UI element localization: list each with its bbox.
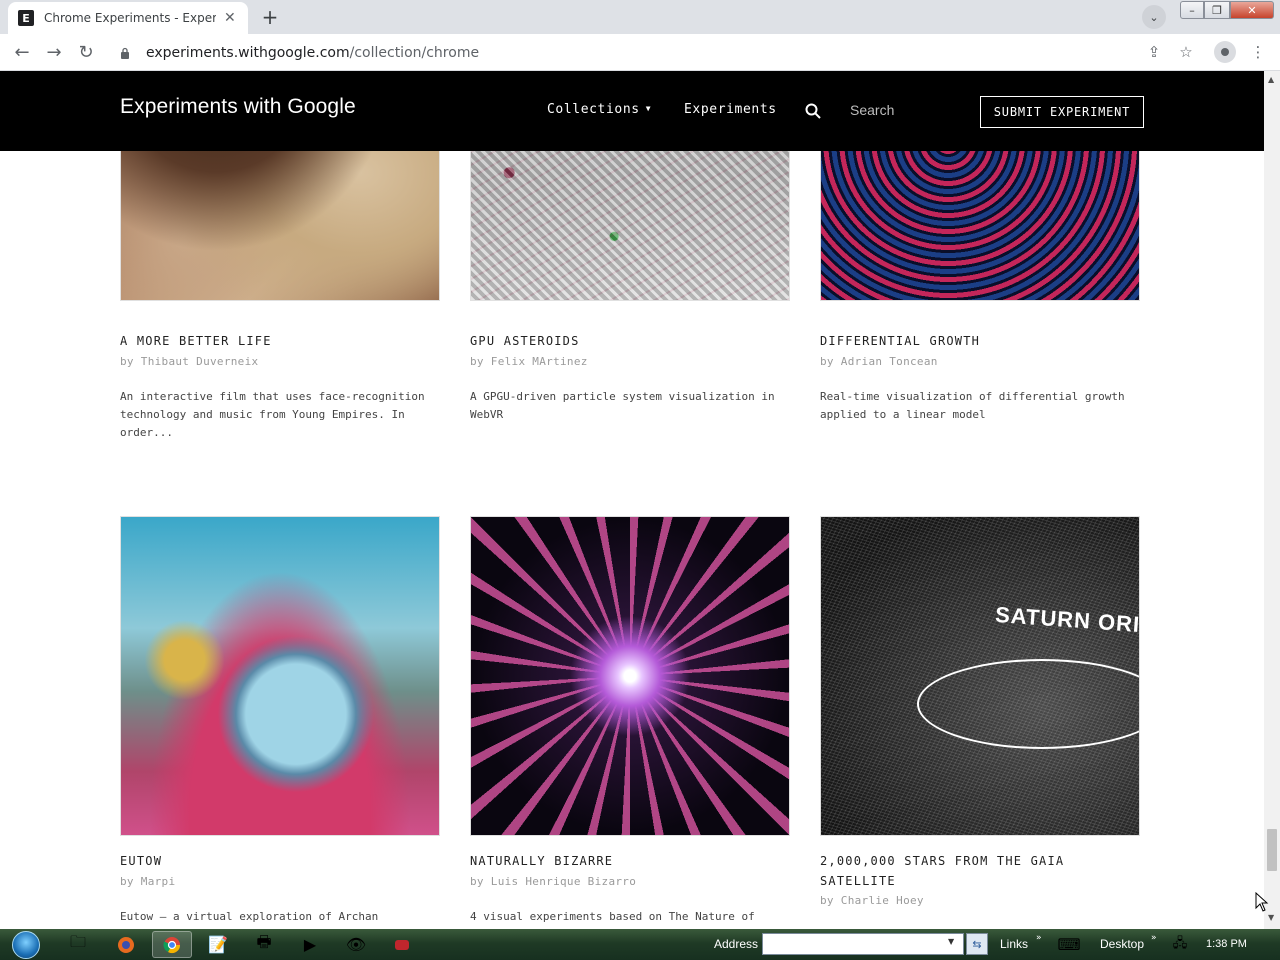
scroll-up-arrow-icon[interactable]: ▲ (1268, 75, 1274, 84)
nav-collections-label: Collections (547, 102, 640, 117)
browser-toolbar: ← → ↻ experiments.withgoogle.com/collect… (0, 34, 1280, 71)
address-toolbar-label: Address (714, 937, 759, 951)
window-restore-button[interactable]: ❐ (1204, 1, 1230, 19)
thumbnail-image[interactable] (470, 516, 790, 836)
nav-experiments[interactable]: Experiments (684, 102, 777, 117)
card-author[interactable]: by Marpi (120, 875, 175, 888)
new-tab-button[interactable]: + (258, 5, 282, 29)
lock-icon (120, 45, 136, 61)
card-author[interactable]: by Charlie Hoey (820, 894, 924, 907)
card-description: Eutow – a virtual exploration of Archan (120, 910, 379, 923)
card-author[interactable]: by Thibaut Duverneix (120, 355, 258, 368)
page-viewport: Experiments with Google Collections ▼ Exp… (0, 71, 1264, 929)
notepad-icon[interactable]: 📝 (198, 931, 238, 958)
card-description: 4 visual experiments based on The Nature… (470, 910, 755, 923)
card-title[interactable]: 2,000,000 STARS FROM THE GAIA SATELLITE (820, 851, 1120, 891)
card-author[interactable]: by Adrian Toncean (820, 355, 938, 368)
url-host: experiments.withgoogle.com (146, 44, 350, 61)
network-tray-icon[interactable]: 🖧 (1166, 931, 1194, 958)
menu-kebab-icon[interactable]: ⋮ (1246, 40, 1270, 64)
chrome-icon[interactable] (152, 931, 192, 958)
submit-experiment-button[interactable]: SUBMIT EXPERIMENT (980, 96, 1144, 128)
profile-avatar-icon[interactable] (1214, 41, 1236, 63)
desktop-toolbar-label[interactable]: Desktop (1100, 937, 1144, 951)
card-title[interactable]: NATURALLY BIZARRE (470, 851, 770, 871)
reload-icon[interactable]: ↻ (74, 40, 98, 64)
media-player-icon[interactable]: ▶ (290, 931, 330, 958)
printer-icon[interactable]: 🖶 (244, 931, 284, 958)
app-red-icon[interactable] (382, 931, 422, 958)
taskbar-clock[interactable]: 1:38 PM (1206, 938, 1247, 950)
card-description: Real-time visualization of differential … (820, 390, 1125, 421)
firefox-icon[interactable] (106, 931, 146, 958)
card-author[interactable]: by Luis Henrique Bizarro (470, 875, 636, 888)
forward-arrow-icon[interactable]: → (42, 40, 66, 64)
page-scrollbar[interactable]: ▲ ▼ (1264, 71, 1280, 929)
file-explorer-icon[interactable]: 🗀 (58, 931, 98, 958)
browser-tab[interactable]: E Chrome Experiments - Experimen ✕ (8, 2, 248, 34)
start-button[interactable] (8, 930, 44, 960)
mouse-cursor-icon (1255, 892, 1269, 912)
site-logo[interactable]: Experiments with Google (120, 95, 356, 119)
address-dropdown-icon[interactable]: ▼ (948, 937, 954, 946)
caret-down-icon: ▼ (645, 104, 652, 113)
back-arrow-icon[interactable]: ← (10, 40, 34, 64)
scroll-down-arrow-icon[interactable]: ▼ (1268, 913, 1274, 922)
tab-close-icon[interactable]: ✕ (224, 10, 236, 26)
windows-taskbar: 🗀 📝 🖶 ▶ 👁 Address ▼ ⇆ Links » ⌨ Desktop … (0, 929, 1280, 960)
tab-favicon: E (18, 10, 34, 26)
links-toolbar-label[interactable]: Links (1000, 937, 1028, 951)
address-bar[interactable]: experiments.withgoogle.com/collection/ch… (108, 38, 1208, 67)
address-go-icon[interactable]: ⇆ (966, 933, 988, 955)
desktop-chevron-icon[interactable]: » (1151, 933, 1157, 943)
orbit-ellipse (917, 659, 1139, 749)
share-icon[interactable]: ⇪ (1142, 40, 1166, 64)
search-icon[interactable] (804, 102, 822, 120)
card-title[interactable]: A MORE BETTER LIFE (120, 331, 420, 351)
tab-strip: E Chrome Experiments - Experimen ✕ + ⌄ –… (0, 0, 1280, 34)
tab-search-button[interactable]: ⌄ (1142, 5, 1166, 29)
card-description: An interactive film that uses face-recog… (120, 390, 425, 439)
thumbnail-image[interactable] (120, 516, 440, 836)
thumbnail-overlay-text: SATURN ORI (994, 601, 1140, 638)
keyboard-icon[interactable]: ⌨ (1052, 931, 1086, 958)
nav-collections[interactable]: Collections ▼ (547, 102, 651, 117)
url-path: /collection/chrome (349, 44, 480, 61)
card-author[interactable]: by Felix MArtinez (470, 355, 588, 368)
site-header: Experiments with Google Collections ▼ Exp… (0, 71, 1264, 151)
app-eye-icon[interactable]: 👁 (336, 931, 376, 958)
thumbnail-image[interactable]: SATURN ORI (820, 516, 1140, 836)
bookmark-star-icon[interactable]: ☆ (1174, 40, 1198, 64)
taskbar-address-input[interactable] (762, 933, 964, 955)
window-close-button[interactable]: ✕ (1230, 1, 1274, 19)
window-minimize-button[interactable]: – (1180, 1, 1204, 19)
tab-title: Chrome Experiments - Experimen (44, 11, 216, 25)
search-input[interactable]: Search (850, 102, 894, 118)
scrollbar-thumb[interactable] (1267, 829, 1277, 871)
card-title[interactable]: EUTOW (120, 851, 420, 871)
card-title[interactable]: GPU ASTEROIDS (470, 331, 770, 351)
card-description: A GPGU-driven particle system visualizat… (470, 390, 775, 421)
links-chevron-icon[interactable]: » (1036, 933, 1042, 943)
card-title[interactable]: DIFFERENTIAL GROWTH (820, 331, 1120, 351)
